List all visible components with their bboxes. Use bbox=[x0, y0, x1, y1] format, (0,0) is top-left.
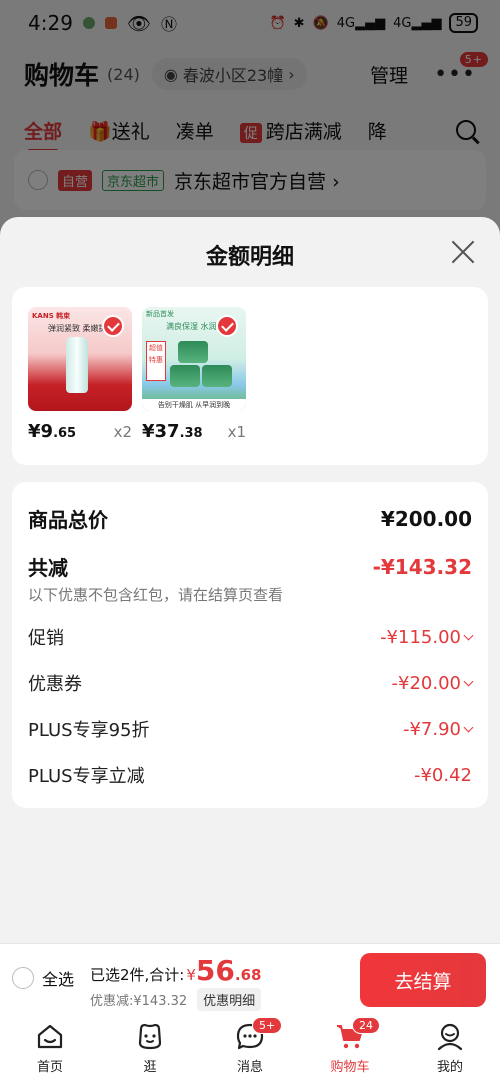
discount-text: 优惠减:¥143.32 bbox=[90, 994, 188, 1009]
message-badge: 5+ bbox=[252, 1017, 283, 1034]
discount-value: -¥7.90 bbox=[403, 719, 474, 740]
checkout-button[interactable]: 去结算 bbox=[360, 953, 486, 1007]
jar-graphic bbox=[170, 365, 200, 387]
checkout-bar: 全选 已选2件,合计: ¥ 56 .68 优惠减:¥143.32 优惠明细 去结… bbox=[0, 943, 500, 1015]
jar-graphic bbox=[178, 341, 208, 363]
nav-messages[interactable]: 5+ 消息 bbox=[200, 1015, 300, 1083]
total-price-label: 商品总价 bbox=[28, 508, 108, 532]
nav-cart[interactable]: 24 购物车 bbox=[300, 1015, 400, 1083]
discount-label: PLUS专享95折 bbox=[28, 720, 150, 741]
product-brand-text: KANS 韩束 bbox=[32, 312, 71, 320]
discount-label: 促销 bbox=[28, 628, 64, 649]
product-item[interactable]: 新品首发 满良保湿 水润 超值特惠 告别干燥肌 从早润到晚 ¥37.38 x1 bbox=[142, 307, 246, 442]
nav-profile[interactable]: 我的 bbox=[400, 1015, 500, 1083]
nav-browse[interactable]: 逛 bbox=[100, 1015, 200, 1083]
select-all-checkbox[interactable] bbox=[12, 967, 34, 989]
profile-icon bbox=[437, 1023, 463, 1051]
products-card: KANS 韩束 弹润紧致 柔嫩提 ¥9.65 x2 新品首发 满良保湿 水润 超… bbox=[12, 287, 488, 465]
nav-home[interactable]: 首页 bbox=[0, 1015, 100, 1083]
home-icon bbox=[37, 1024, 63, 1049]
summary-label: 已选2件,合计: bbox=[90, 966, 185, 984]
nav-label: 首页 bbox=[36, 1060, 63, 1075]
bottom-nav: 首页 逛 5+ 消息 24 购物车 我的 bbox=[0, 1015, 500, 1083]
total-price-row: 商品总价 ¥200.00 bbox=[28, 504, 472, 533]
price-detail-card: 商品总价 ¥200.00 共减 -¥143.32 以下优惠不包含红包，请在结算页… bbox=[12, 482, 488, 808]
select-all-label: 全选 bbox=[42, 970, 75, 989]
total-reduce-label: 共减 bbox=[28, 556, 68, 580]
discount-label: PLUS专享立减 bbox=[28, 766, 145, 787]
browse-icon bbox=[138, 1023, 162, 1050]
discount-row-plus-reduce: PLUS专享立减 -¥0.42 bbox=[28, 762, 472, 788]
product-slogan-text: 满良保湿 水润 bbox=[166, 322, 217, 331]
total-reduce-row: 共减 -¥143.32 bbox=[28, 552, 472, 581]
product-qty: x2 bbox=[113, 423, 132, 441]
total-decimal: .68 bbox=[234, 966, 262, 984]
chevron-down-icon bbox=[463, 630, 474, 640]
close-icon[interactable] bbox=[450, 239, 476, 265]
total-reduce-value: -¥143.32 bbox=[372, 554, 472, 579]
select-all[interactable]: 全选 bbox=[12, 966, 74, 990]
check-icon bbox=[102, 315, 124, 337]
discount-value: -¥20.00 bbox=[392, 673, 474, 694]
reduce-note: 以下优惠不包含红包，请在结算页查看 bbox=[28, 586, 284, 604]
chevron-down-icon bbox=[463, 676, 474, 686]
total-integer: 56 bbox=[195, 954, 235, 987]
discount-value: -¥115.00 bbox=[380, 627, 474, 648]
reduce-note-row: 以下优惠不包含红包，请在结算页查看 bbox=[28, 584, 472, 605]
product-promo-tag: 超值特惠 bbox=[146, 341, 166, 381]
nav-label: 消息 bbox=[236, 1060, 263, 1075]
product-item[interactable]: KANS 韩束 弹润紧致 柔嫩提 ¥9.65 x2 bbox=[28, 307, 132, 442]
product-image: KANS 韩束 弹润紧致 柔嫩提 bbox=[28, 307, 132, 411]
nav-label: 逛 bbox=[143, 1060, 157, 1075]
total-price-value: ¥200.00 bbox=[380, 506, 472, 531]
chevron-down-icon bbox=[463, 722, 474, 732]
discount-value: -¥0.42 bbox=[413, 764, 472, 786]
discount-row-promotion[interactable]: 促销 -¥115.00 bbox=[28, 624, 474, 650]
jar-graphic bbox=[202, 365, 232, 387]
bottle-graphic bbox=[66, 337, 88, 393]
product-footer-text: 告别干燥肌 从早润到晚 bbox=[142, 399, 246, 411]
nav-label: 我的 bbox=[436, 1060, 463, 1075]
nav-label: 购物车 bbox=[330, 1060, 370, 1075]
discount-row-plus95[interactable]: PLUS专享95折 -¥7.90 bbox=[28, 716, 474, 742]
product-qty: x1 bbox=[227, 423, 246, 441]
product-slogan-text: 弹润紧致 柔嫩提 bbox=[48, 324, 107, 333]
check-icon bbox=[216, 315, 238, 337]
product-image: 新品首发 满良保湿 水润 超值特惠 告别干燥肌 从早润到晚 bbox=[142, 307, 246, 411]
discount-detail-button[interactable]: 优惠明细 bbox=[197, 988, 262, 1011]
cart-badge: 24 bbox=[352, 1017, 380, 1034]
discount-label: 优惠券 bbox=[28, 674, 82, 695]
total-summary: 已选2件,合计: ¥ 56 .68 bbox=[90, 954, 261, 987]
product-price: ¥37.38 bbox=[142, 421, 203, 442]
sheet-title: 金额明细 bbox=[205, 245, 294, 270]
product-brand-text: 新品首发 bbox=[146, 310, 174, 318]
discount-summary: 优惠减:¥143.32 优惠明细 bbox=[90, 988, 262, 1011]
product-price: ¥9.65 bbox=[28, 421, 77, 442]
modal-overlay[interactable] bbox=[0, 0, 500, 240]
discount-row-coupon[interactable]: 优惠券 -¥20.00 bbox=[28, 670, 474, 696]
currency-symbol: ¥ bbox=[186, 966, 196, 984]
